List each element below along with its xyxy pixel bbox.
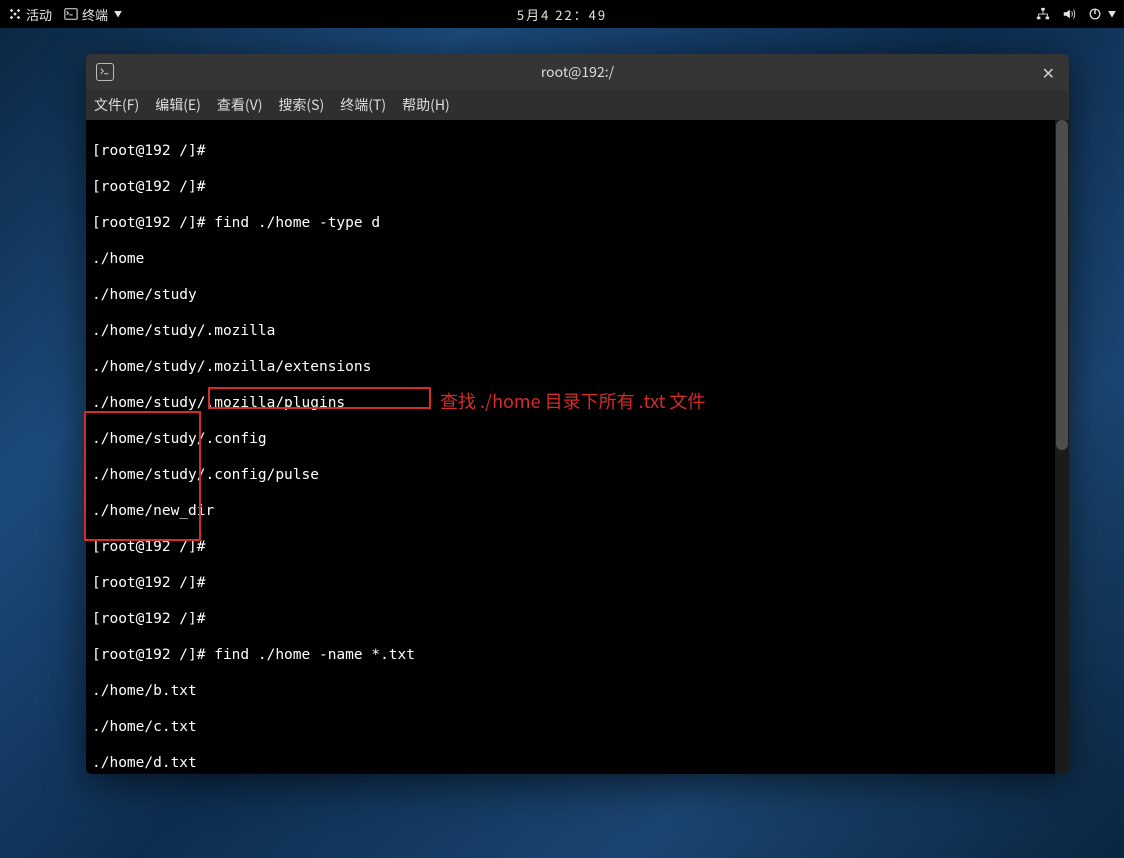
term-line: ./home/d.txt (92, 754, 1063, 772)
close-button[interactable]: ✕ (1038, 56, 1059, 88)
term-line: [root@192 /]# (92, 574, 1063, 592)
term-line: ./home/new_dir (92, 502, 1063, 520)
volume-icon[interactable] (1062, 7, 1076, 21)
menu-help[interactable]: 帮助(H) (402, 95, 450, 115)
menu-file[interactable]: 文件(F) (94, 95, 139, 115)
scrollbar[interactable] (1055, 120, 1069, 774)
term-line: [root@192 /]# (92, 178, 1063, 196)
term-line: ./home/study (92, 286, 1063, 304)
term-line: ./home/study/.config (92, 430, 1063, 448)
term-line: [root@192 /]# find ./home -type d (92, 214, 1063, 232)
terminal-area[interactable]: [root@192 /]# [root@192 /]# [root@192 /]… (86, 120, 1069, 774)
menubar: 文件(F) 编辑(E) 查看(V) 搜索(S) 终端(T) 帮助(H) (86, 90, 1069, 120)
close-icon: ✕ (1042, 60, 1055, 84)
activities-label: 活动 (26, 5, 52, 24)
term-line: [root@192 /]# (92, 610, 1063, 628)
chevron-down-icon: ▼ (1108, 9, 1116, 20)
term-line: ./home/study/.config/pulse (92, 466, 1063, 484)
term-line: ./home/study/.mozilla (92, 322, 1063, 340)
power-icon (1088, 7, 1102, 21)
menu-edit[interactable]: 编辑(E) (155, 95, 201, 115)
network-icon[interactable] (1036, 7, 1050, 21)
scrollbar-thumb[interactable] (1056, 120, 1068, 450)
app-menu[interactable]: 终端 ▼ (64, 5, 122, 24)
menu-terminal[interactable]: 终端(T) (340, 95, 386, 115)
term-line: ./home/study/.mozilla/extensions (92, 358, 1063, 376)
term-line: ./home/b.txt (92, 682, 1063, 700)
window-title: root@192:/ (541, 62, 614, 82)
chevron-down-icon: ▼ (114, 9, 122, 20)
annotation-text: 查找 ./home 目录下所有 .txt 文件 (440, 388, 705, 414)
menu-view[interactable]: 查看(V) (217, 95, 263, 115)
clock[interactable]: 5月4 22：49 (517, 5, 607, 24)
term-line: ./home (92, 250, 1063, 268)
gnome-topbar: 活动 终端 ▼ 5月4 22：49 ▼ (0, 0, 1124, 28)
titlebar[interactable]: root@192:/ ✕ (86, 54, 1069, 90)
activities-icon (8, 7, 22, 21)
terminal-app-icon (64, 7, 78, 21)
system-menu[interactable]: ▼ (1088, 7, 1116, 21)
activities-button[interactable]: 活动 (8, 5, 52, 24)
menu-search[interactable]: 搜索(S) (278, 95, 324, 115)
term-line: ./home/c.txt (92, 718, 1063, 736)
app-menu-label: 终端 (82, 5, 108, 24)
term-line: [root@192 /]# find ./home -name *.txt (92, 646, 1063, 664)
terminal-window-icon (96, 63, 114, 81)
term-line: [root@192 /]# (92, 142, 1063, 160)
terminal-window: root@192:/ ✕ 文件(F) 编辑(E) 查看(V) 搜索(S) 终端(… (86, 54, 1069, 774)
term-line: [root@192 /]# (92, 538, 1063, 556)
